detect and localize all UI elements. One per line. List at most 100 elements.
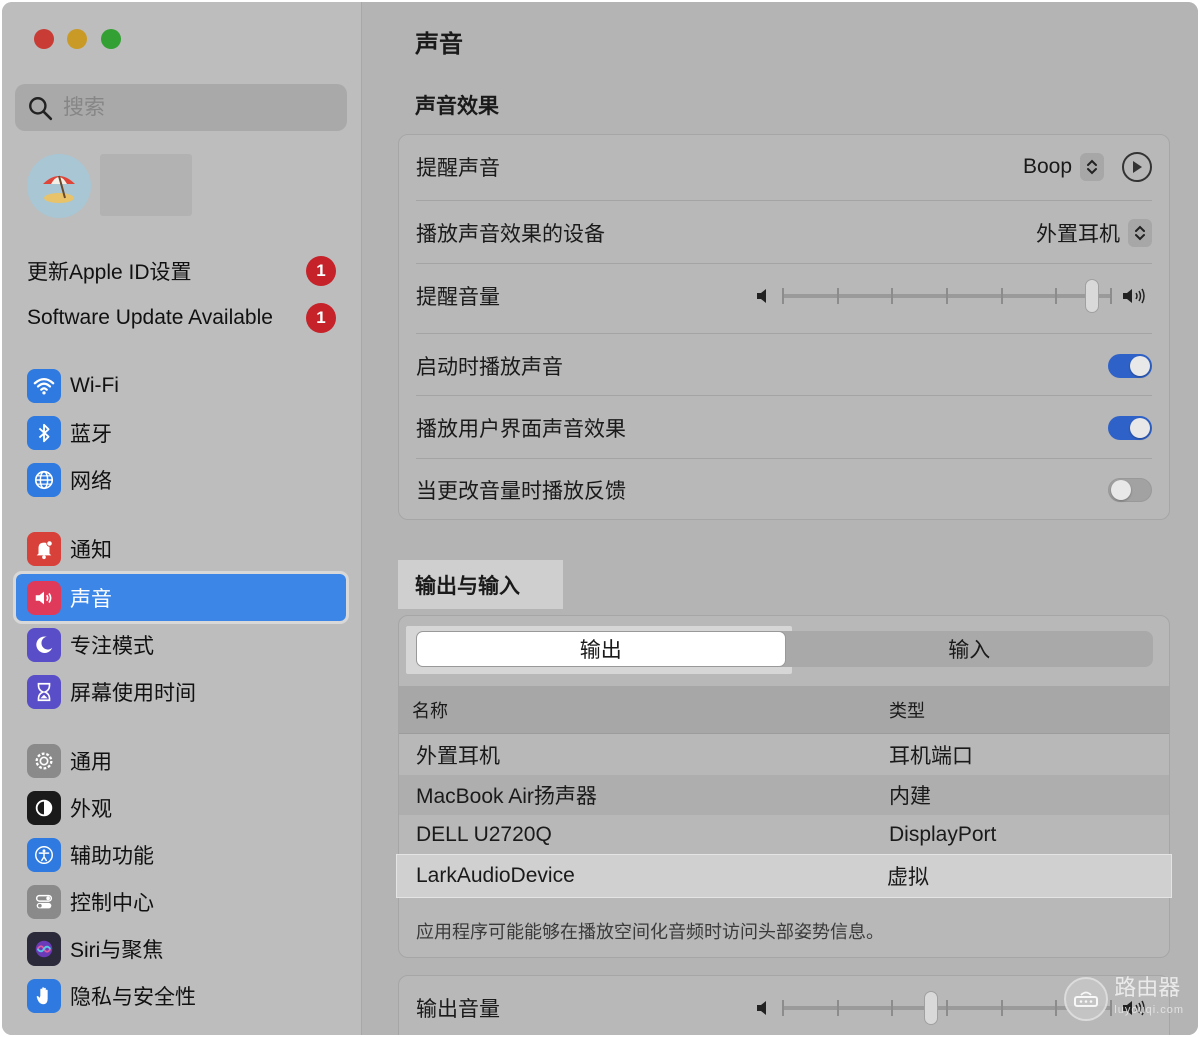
search-box[interactable] xyxy=(15,84,347,131)
sidebar-item-general[interactable]: 通用 xyxy=(16,737,346,784)
search-input[interactable] xyxy=(63,95,323,120)
divider xyxy=(416,395,1152,396)
table-row[interactable]: 外置耳机 耳机端口 xyxy=(399,735,1169,775)
tab-output[interactable]: 输出 xyxy=(416,631,786,667)
slider-tick xyxy=(1000,1000,1003,1016)
column-header-name[interactable]: 名称 xyxy=(399,697,889,723)
table-row[interactable]: MacBook Air扬声器 内建 xyxy=(399,775,1169,815)
minimize-window-button[interactable] xyxy=(67,29,87,49)
slider-tick xyxy=(946,288,948,304)
accessibility-icon xyxy=(27,837,61,872)
sidebar-item-label: 辅助功能 xyxy=(70,844,154,868)
startup-sound-label: 启动时播放声音 xyxy=(416,356,563,379)
hand-icon xyxy=(27,978,61,1013)
sound-effects-card: 提醒声音 Boop 播放声音效果的设备 外置耳机 提醒音量 启动时播放声音 播放… xyxy=(398,134,1170,520)
output-device-popup[interactable]: 外置耳机 xyxy=(1036,218,1152,248)
speaker-icon xyxy=(27,580,61,615)
device-table-header: 名称 类型 xyxy=(399,686,1169,734)
sidebar-item-label: Siri与聚焦 xyxy=(70,938,164,962)
sidebar-item-sound[interactable]: 声音 xyxy=(13,571,349,624)
alert-sound-row: 提醒声音 Boop xyxy=(416,145,1152,189)
table-row[interactable]: DELL U2720Q DisplayPort xyxy=(399,815,1169,855)
device-name: MacBook Air扬声器 xyxy=(416,785,597,808)
output-device-label: 播放声音效果的设备 xyxy=(416,223,605,246)
device-type: 虚拟 xyxy=(887,866,929,889)
play-icon xyxy=(1133,161,1142,173)
toggle-knob xyxy=(1111,480,1131,500)
sidebar-item-accessibility[interactable]: 辅助功能 xyxy=(16,831,346,878)
sidebar-item-label: 屏幕使用时间 xyxy=(70,681,196,705)
divider xyxy=(416,200,1152,201)
volume-feedback-toggle[interactable] xyxy=(1108,478,1152,502)
sidebar-item-wifi[interactable]: Wi-Fi xyxy=(16,362,346,409)
startup-sound-toggle[interactable] xyxy=(1108,354,1152,378)
slider-tick xyxy=(946,1000,948,1016)
sidebar-item-label: 隐私与安全性 xyxy=(70,985,196,1009)
ui-sound-row: 播放用户界面声音效果 xyxy=(416,406,1152,450)
bluetooth-icon xyxy=(27,415,61,450)
slider-tick xyxy=(836,288,839,304)
sidebar-item-label: 通用 xyxy=(70,750,112,774)
sidebar-item-focus[interactable]: 专注模式 xyxy=(16,621,346,668)
update-apple-id-item[interactable]: 更新Apple ID设置 1 xyxy=(27,254,342,288)
alert-volume-label: 提醒音量 xyxy=(416,286,500,309)
slider-thumb[interactable] xyxy=(1085,279,1100,313)
column-header-type[interactable]: 类型 xyxy=(889,697,925,723)
output-volume-card: 输出音量 xyxy=(398,975,1170,1035)
device-type: 内建 xyxy=(889,785,931,808)
slider-track[interactable] xyxy=(782,991,1112,1025)
slider-tick xyxy=(782,1000,784,1016)
table-row-selected[interactable]: LarkAudioDevice 虚拟 xyxy=(396,854,1172,898)
ui-sound-label: 播放用户界面声音效果 xyxy=(416,418,626,441)
siri-icon xyxy=(27,931,61,966)
globe-icon xyxy=(27,462,61,497)
beach-umbrella-icon xyxy=(43,175,75,203)
zoom-window-button[interactable] xyxy=(101,29,121,49)
avatar[interactable] xyxy=(27,154,91,218)
sidebar-item-bluetooth[interactable]: 蓝牙 xyxy=(16,409,346,456)
startup-sound-row: 启动时播放声音 xyxy=(416,344,1152,388)
slider-track[interactable] xyxy=(782,279,1112,313)
toggle-knob xyxy=(1130,356,1150,376)
search-icon xyxy=(29,96,53,120)
watermark-subtext: luyouqi.com xyxy=(1114,1004,1184,1016)
alert-sound-popup[interactable]: Boop xyxy=(1023,152,1152,182)
control-center-icon xyxy=(27,884,61,919)
alert-sound-value: Boop xyxy=(1022,155,1072,178)
router-logo-icon xyxy=(1064,977,1109,1021)
main-pane: 声音 声音效果 提醒声音 Boop 播放声音效果的设备 外置耳机 提醒音量 启动… xyxy=(363,2,1198,1035)
device-name: 外置耳机 xyxy=(416,745,500,768)
device-type: DisplayPort xyxy=(889,823,997,846)
device-type: 耳机端口 xyxy=(889,745,973,768)
sidebar-item-privacy[interactable]: 隐私与安全性 xyxy=(16,972,346,1019)
software-update-label: Software Update Available xyxy=(27,306,273,329)
account-name-redacted[interactable] xyxy=(100,154,192,216)
output-device-value: 外置耳机 xyxy=(1036,223,1120,246)
close-window-button[interactable] xyxy=(34,29,54,49)
play-alert-button[interactable] xyxy=(1122,152,1152,182)
sidebar-item-notifications[interactable]: 通知 xyxy=(16,525,346,572)
sidebar-item-siri[interactable]: Siri与聚焦 xyxy=(16,925,346,972)
bell-icon xyxy=(27,531,61,566)
slider-thumb[interactable] xyxy=(924,991,939,1025)
chevron-up-down-icon xyxy=(1128,219,1152,247)
alert-sound-label: 提醒声音 xyxy=(416,157,500,180)
software-update-item[interactable]: Software Update Available 1 xyxy=(27,301,342,335)
watermark-text-block: 路由器 luyouqi.com xyxy=(1114,977,1184,1021)
slider-tick xyxy=(836,1000,839,1016)
appearance-icon xyxy=(27,790,61,825)
sidebar-item-appearance[interactable]: 外观 xyxy=(16,784,346,831)
sound-effects-section-title: 声音效果 xyxy=(415,95,499,118)
device-name: LarkAudioDevice xyxy=(416,864,575,887)
io-card: 输出 输入 名称 类型 外置耳机 耳机端口 MacBook Air扬声器 内建 … xyxy=(396,615,1172,958)
alert-volume-slider[interactable] xyxy=(756,279,1152,313)
ui-sound-toggle[interactable] xyxy=(1108,416,1152,440)
sidebar-item-label: 控制中心 xyxy=(70,891,154,915)
sidebar-item-label: 外观 xyxy=(70,797,112,821)
sidebar-item-label: 通知 xyxy=(70,538,112,562)
sidebar-item-screen-time[interactable]: 屏幕使用时间 xyxy=(16,668,346,715)
tab-input[interactable]: 输入 xyxy=(786,631,1154,667)
volume-feedback-label: 当更改音量时播放反馈 xyxy=(416,480,626,503)
sidebar-item-control-center[interactable]: 控制中心 xyxy=(16,878,346,925)
sidebar-item-network[interactable]: 网络 xyxy=(16,456,346,503)
